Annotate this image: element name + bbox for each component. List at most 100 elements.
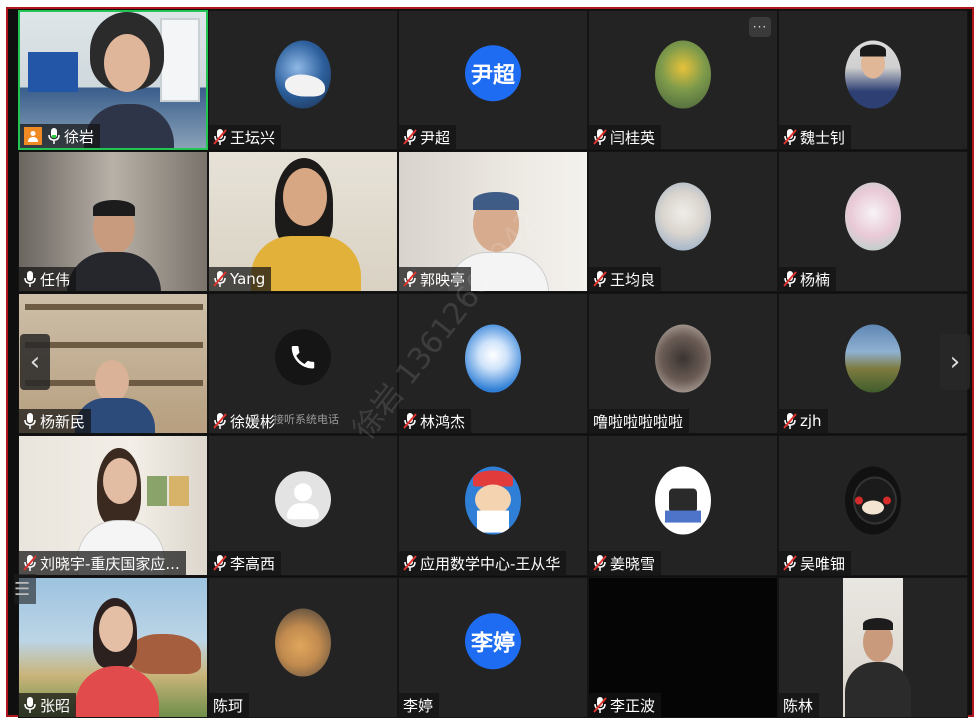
video-bg-window: [160, 18, 200, 102]
participant-avatar: [655, 466, 711, 535]
participant-name: 尹超: [420, 128, 451, 147]
participant-name: 林鸿杰: [420, 412, 466, 431]
participant-namebar: 林鸿杰: [399, 409, 472, 433]
participant-tile-20[interactable]: 吴唯钿: [778, 435, 968, 576]
participant-namebar: 尹超: [399, 125, 457, 149]
participant-tile-25[interactable]: 陈林: [778, 577, 968, 718]
participant-name: 徐媛彬: [230, 412, 276, 431]
participant-tile-10[interactable]: 杨楠: [778, 151, 968, 292]
participant-name: 杨楠: [800, 270, 831, 289]
participant-tile-8[interactable]: 郭映亭: [398, 151, 588, 292]
mic-muted-icon: [403, 270, 417, 288]
participant-namebar: 噜啦啦啦啦啦: [589, 409, 690, 433]
participant-avatar: [845, 182, 901, 251]
participant-namebar: 王均良: [589, 267, 662, 291]
mic-muted-icon: [593, 270, 607, 288]
mic-muted-icon: [783, 128, 797, 146]
participant-avatar: [655, 182, 711, 251]
participant-tile-12[interactable]: 接听系统电话 徐媛彬: [208, 293, 398, 434]
next-page-button[interactable]: ›: [940, 334, 970, 390]
participant-avatar: [845, 466, 901, 535]
participant-name: 应用数学中心-王从华: [420, 554, 561, 573]
participant-avatar: [275, 608, 331, 677]
participant-name: 魏士钊: [800, 128, 846, 147]
participant-avatar: 李婷: [465, 612, 521, 669]
participant-tile-21[interactable]: 张昭: [18, 577, 208, 718]
participant-tile-23[interactable]: 李婷 李婷: [398, 577, 588, 718]
participant-name: 王坛兴: [230, 128, 276, 147]
participant-tile-14[interactable]: 噜啦啦啦啦啦: [588, 293, 778, 434]
participant-avatar: [465, 466, 521, 535]
participant-namebar: 任伟: [19, 267, 77, 291]
participant-name: 任伟: [40, 270, 71, 289]
participant-tile-18[interactable]: 应用数学中心-王从华: [398, 435, 588, 576]
participant-tile-13[interactable]: 林鸿杰: [398, 293, 588, 434]
participant-avatar: [465, 324, 521, 393]
participant-name: 刘晓宇-重庆国家应...: [40, 554, 180, 573]
participant-name: 陈林: [783, 696, 814, 715]
mic-muted-icon: [23, 554, 37, 572]
prev-page-button[interactable]: ‹: [20, 334, 50, 390]
participant-avatar: [845, 40, 901, 109]
participant-namebar: 陈珂: [209, 693, 250, 717]
participant-tile-17[interactable]: 李高西: [208, 435, 398, 576]
participant-namebar: 陈林: [779, 693, 820, 717]
mic-muted-icon: [403, 128, 417, 146]
participant-tile-6[interactable]: 任伟: [18, 151, 208, 292]
participant-tile-19[interactable]: 姜晓雪: [588, 435, 778, 576]
participant-name: 李正波: [610, 696, 656, 715]
participant-namebar: 徐岩: [20, 124, 101, 148]
more-options-button[interactable]: ···: [749, 17, 771, 37]
participant-tile-1[interactable]: 徐岩: [18, 10, 208, 150]
participant-name: 李婷: [403, 696, 434, 715]
participant-name: 杨新民: [40, 412, 86, 431]
participant-namebar: zjh: [779, 409, 828, 433]
participant-namebar: 郭映亭: [399, 267, 472, 291]
mic-muted-icon: [593, 554, 607, 572]
participant-namebar: 李婷: [399, 693, 440, 717]
participant-namebar: 张昭: [19, 693, 77, 717]
participant-tile-24[interactable]: 李正波: [588, 577, 778, 718]
participant-name: 噜啦啦啦啦啦: [593, 412, 684, 431]
participant-tile-5[interactable]: 魏士钊: [778, 10, 968, 150]
participant-namebar: Yang: [209, 267, 272, 291]
participant-tile-16[interactable]: 刘晓宇-重庆国家应...: [18, 435, 208, 576]
mic-on-icon: [47, 127, 61, 145]
participant-tile-2[interactable]: 王坛兴: [208, 10, 398, 150]
participant-namebar: 杨楠: [779, 267, 837, 291]
participant-namebar: 杨新民: [19, 409, 92, 433]
participant-namebar: 王坛兴: [209, 125, 282, 149]
host-icon: [24, 127, 42, 145]
participant-name: 王均良: [610, 270, 656, 289]
participant-namebar: 李高西: [209, 551, 282, 575]
participant-avatar: [845, 324, 901, 393]
call-status-text: 接听系统电话: [273, 413, 339, 426]
participant-tile-22[interactable]: 陈珂: [208, 577, 398, 718]
video-bg-sofa: [28, 52, 78, 92]
default-avatar-icon: [275, 470, 331, 527]
participant-name: zjh: [800, 412, 822, 430]
mic-on-icon: [23, 696, 37, 714]
mic-muted-icon: [783, 554, 797, 572]
participant-tile-9[interactable]: 王均良: [588, 151, 778, 292]
participant-namebar: 闫桂英: [589, 125, 662, 149]
mic-muted-icon: [403, 554, 417, 572]
mic-muted-icon: [213, 554, 227, 572]
mic-muted-icon: [403, 412, 417, 430]
mic-muted-icon: [783, 270, 797, 288]
participant-name: 郭映亭: [420, 270, 466, 289]
video-face: [104, 34, 150, 92]
mic-muted-icon: [593, 696, 607, 714]
participant-tile-7[interactable]: Yang: [208, 151, 398, 292]
participant-list-icon[interactable]: ☰: [14, 574, 36, 604]
participant-tile-3[interactable]: 尹超 尹超: [398, 10, 588, 150]
participant-grid: 徐岩 王坛兴 尹超 尹超 ··· 闫桂英 魏士钊 任伟 Yang 郭映亭 王均良…: [18, 10, 968, 720]
participant-avatar: 尹超: [465, 45, 521, 102]
participant-tile-4[interactable]: ··· 闫桂英: [588, 10, 778, 150]
participant-namebar: 魏士钊: [779, 125, 852, 149]
mic-muted-icon: [783, 412, 797, 430]
participant-avatar: [655, 324, 711, 393]
participant-namebar: 徐媛彬: [209, 409, 281, 433]
participant-avatar: [275, 40, 331, 109]
participant-name: 陈珂: [213, 696, 244, 715]
